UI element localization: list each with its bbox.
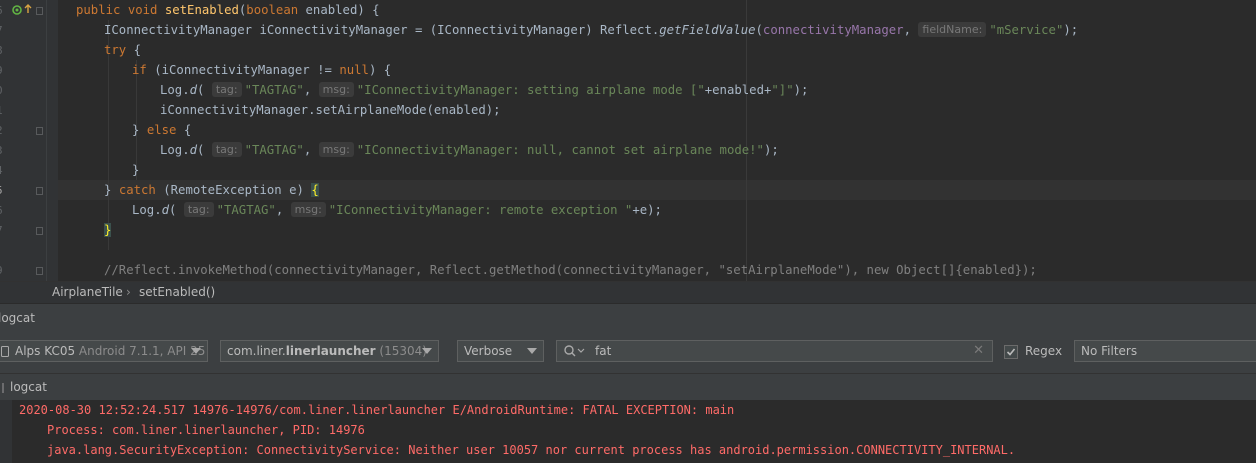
device-selector[interactable]: Alps KC05 Android 7.1.1, API 25 <box>0 340 208 362</box>
logcat-tab-bar: logcat <box>0 373 1256 402</box>
line-number: 9 <box>0 264 10 277</box>
log-gutter <box>0 400 12 463</box>
breadcrumb-method[interactable]: setEnabled() <box>139 285 215 299</box>
search-input[interactable]: fat ✕ <box>556 340 993 362</box>
search-icon <box>564 345 585 357</box>
line-number: 4 <box>0 164 10 177</box>
chevron-down-icon <box>527 348 537 354</box>
phone-icon <box>1 346 9 357</box>
line-number: 6 <box>0 204 10 217</box>
code-line: } else { <box>132 123 192 137</box>
chevron-down-icon <box>422 348 432 354</box>
matched-brace: { <box>311 183 319 197</box>
code-line: } <box>104 220 112 240</box>
code-line: try { <box>104 43 142 57</box>
tool-window-header: logcat <box>0 306 1256 332</box>
chevron-down-icon <box>191 348 201 354</box>
fold-marker-icon[interactable] <box>36 187 43 195</box>
code-line: Log.d( tag: "TAGTAG", msg: "IConnectivityM… <box>160 82 809 97</box>
logcat-toolbar: Alps KC05 Android 7.1.1, API 25 com.line… <box>0 331 1256 373</box>
code-line: } <box>132 163 140 177</box>
breadcrumb-class[interactable]: AirplaneTile <box>52 285 123 299</box>
filter-selector[interactable]: No Filters <box>1074 340 1256 362</box>
fold-marker-icon[interactable] <box>36 7 43 15</box>
process-selector[interactable]: com.liner.linerlauncher (15304) <box>220 340 439 362</box>
code-line: public void setEnabled(boolean enabled) … <box>76 3 380 17</box>
fold-marker-icon[interactable] <box>36 267 43 275</box>
param-hint: fieldName: <box>918 22 987 37</box>
code-line: if (iConnectivityManager != null) { <box>132 63 392 77</box>
log-level-selector[interactable]: Verbose <box>457 340 544 362</box>
code-area[interactable]: public void setEnabled(boolean enabled) … <box>58 0 1256 281</box>
fold-marker-icon[interactable] <box>36 227 43 235</box>
line-number: 2 <box>0 124 10 137</box>
line-number: 7 <box>0 224 10 237</box>
param-hint: msg: <box>318 142 354 157</box>
code-line: //Reflect.invokeMethod(connectivityManag… <box>104 263 1037 277</box>
line-number: 3 <box>0 144 10 157</box>
matched-brace: } <box>104 223 112 237</box>
line-number: 0 <box>0 84 10 97</box>
log-line: 2020-08-30 12:52:24.517 14976-14976/com.… <box>19 403 735 417</box>
line-number: 1 <box>0 104 10 117</box>
code-line: IConnectivityManager iConnectivityManage… <box>104 22 1079 37</box>
code-line: iConnectivityManager.setAirplaneMode(ena… <box>160 103 501 117</box>
regex-checkbox[interactable] <box>1004 345 1018 359</box>
line-number: 8 <box>0 44 10 57</box>
param-hint: msg: <box>290 202 326 217</box>
gutter-divider <box>46 0 47 281</box>
arrow-up-icon[interactable] <box>24 4 32 14</box>
line-number: 7 <box>0 24 10 37</box>
log-output[interactable]: 2020-08-30 12:52:24.517 14976-14976/com.… <box>0 400 1256 463</box>
code-line-current: } catch (RemoteException e) { <box>104 183 319 197</box>
breadcrumb: AirplaneTile › setEnabled() <box>0 281 1256 304</box>
param-hint: tag: <box>211 82 242 97</box>
editor-gutter[interactable]: 6 7 8 9 0 1 2 3 4 5 6 7 9 <box>0 0 58 281</box>
code-line: Log.d( tag: "TAGTAG", msg: "IConnectivityM… <box>160 142 779 157</box>
override-marker-icon[interactable] <box>12 5 22 15</box>
param-hint: tag: <box>211 142 242 157</box>
line-number-current: 5 <box>0 184 10 197</box>
breadcrumb-separator: › <box>126 285 131 299</box>
line-number: 9 <box>0 64 10 77</box>
param-hint: msg: <box>318 82 354 97</box>
tool-window-title: logcat <box>0 311 35 325</box>
code-line: Log.d( tag: "TAGTAG", msg: "IConnectivityM… <box>132 202 662 217</box>
fold-marker-icon[interactable] <box>36 127 43 135</box>
checkmark-icon <box>1006 348 1016 356</box>
pin-icon <box>2 383 4 393</box>
tab-logcat[interactable]: logcat <box>10 380 47 394</box>
log-line: java.lang.SecurityException: Connectivit… <box>47 443 1016 457</box>
regex-label[interactable]: Regex <box>1025 344 1062 358</box>
line-number: 6 <box>0 4 10 17</box>
code-editor[interactable]: 6 7 8 9 0 1 2 3 4 5 6 7 9 public void se… <box>0 0 1256 281</box>
param-hint: tag: <box>183 202 214 217</box>
log-line: Process: com.liner.linerlauncher, PID: 1… <box>47 423 365 437</box>
clear-icon[interactable]: ✕ <box>973 343 984 358</box>
